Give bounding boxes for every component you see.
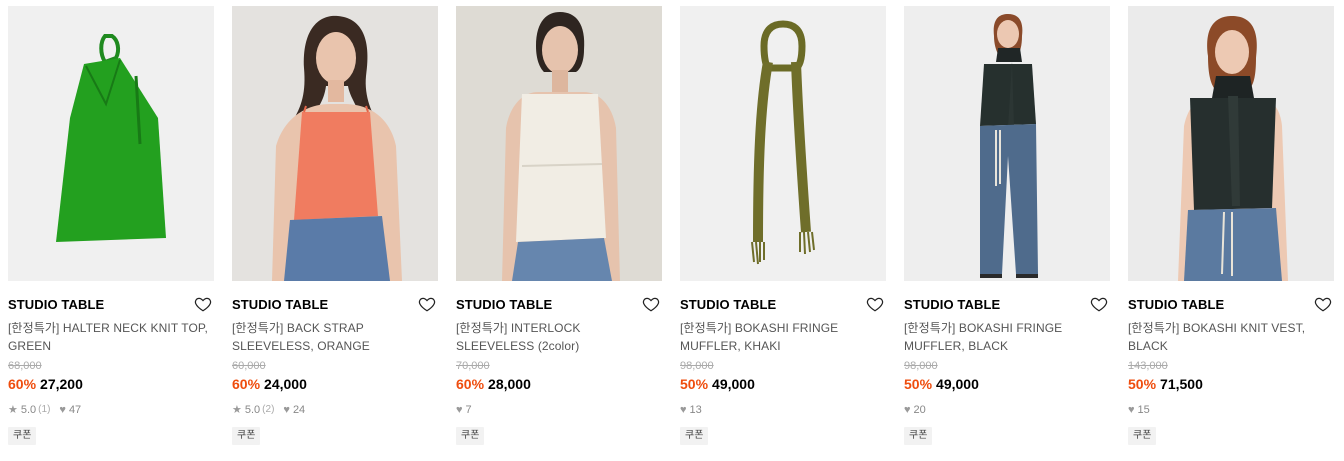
wishlist-heart-icon[interactable] [642, 295, 660, 313]
heart-filled-icon: ♥ [904, 404, 911, 416]
product-image[interactable] [1128, 6, 1334, 281]
product-meta: ♥ 15 [1128, 403, 1334, 417]
original-price: 143,000 [1128, 360, 1168, 372]
heart-filled-icon: ♥ [283, 404, 290, 416]
brand-name[interactable]: STUDIO TABLE [904, 295, 1110, 315]
discount-rate: 60% [232, 376, 261, 392]
product-name[interactable]: [한정특가] BOKASHI FRINGE MUFFLER, BLACK [904, 319, 1110, 355]
brand-name[interactable]: STUDIO TABLE [232, 295, 438, 315]
heart-filled-icon: ♥ [59, 404, 66, 416]
brand-name[interactable]: STUDIO TABLE [1128, 295, 1334, 315]
original-price: 98,000 [904, 360, 938, 372]
discount-rate: 50% [904, 376, 933, 392]
sale-price: 49,000 [936, 376, 979, 392]
coupon-badge: 쿠폰 [232, 427, 261, 445]
product-name[interactable]: [한정특가] BACK STRAP SLEEVELESS, ORANGE [232, 319, 438, 355]
original-price: 60,000 [232, 360, 266, 372]
product-name[interactable]: [한정특가] HALTER NECK KNIT TOP, GREEN [8, 319, 214, 355]
wishlist-heart-icon[interactable] [1090, 295, 1108, 313]
star-icon: ★ [8, 404, 18, 416]
like-count: 24 [292, 404, 306, 416]
brand-name[interactable]: STUDIO TABLE [456, 295, 662, 315]
original-price: 70,000 [456, 360, 490, 372]
sale-price: 71,500 [1160, 376, 1203, 392]
sale-price: 28,000 [488, 376, 531, 392]
discount-rate: 50% [1128, 376, 1157, 392]
heart-filled-icon: ♥ [456, 404, 463, 416]
review-count: (2) [262, 404, 275, 415]
coupon-badge: 쿠폰 [904, 427, 933, 445]
product-name[interactable]: [한정특가] BOKASHI KNIT VEST, BLACK [1128, 319, 1334, 355]
sale-price: 49,000 [712, 376, 755, 392]
like-count: 20 [913, 404, 926, 416]
original-price: 98,000 [680, 360, 714, 372]
wishlist-heart-icon[interactable] [866, 295, 884, 313]
heart-filled-icon: ♥ [1128, 404, 1135, 416]
like-count: 47 [68, 404, 82, 416]
price-row: 50% 49,000 [680, 375, 886, 393]
product-meta: ★ 5.0 (2) ♥ 24 [232, 403, 438, 417]
product-card[interactable]: STUDIO TABLE [한정특가] BOKASHI FRINGE MUFFL… [680, 6, 886, 445]
wishlist-heart-icon[interactable] [418, 295, 436, 313]
product-meta: ★ 5.0 (1) ♥ 47 [8, 403, 214, 417]
heart-filled-icon: ♥ [680, 404, 687, 416]
product-meta: ♥ 13 [680, 403, 886, 417]
like-count: 7 [465, 404, 472, 416]
like-count: 15 [1137, 404, 1150, 416]
rating: 5.0 [20, 404, 37, 416]
product-image[interactable] [8, 6, 214, 281]
sale-price: 27,200 [40, 376, 83, 392]
product-meta: ♥ 20 [904, 403, 1110, 417]
product-image[interactable] [680, 6, 886, 281]
product-name[interactable]: [한정특가] INTERLOCK SLEEVELESS (2color) [456, 319, 662, 355]
price-row: 60% 28,000 [456, 375, 662, 393]
discount-rate: 50% [680, 376, 709, 392]
wishlist-heart-icon[interactable] [1314, 295, 1332, 313]
coupon-badge: 쿠폰 [680, 427, 709, 445]
price-row: 50% 71,500 [1128, 375, 1334, 393]
discount-rate: 60% [456, 376, 485, 392]
brand-name[interactable]: STUDIO TABLE [8, 295, 214, 315]
price-row: 60% 24,000 [232, 375, 438, 393]
price-row: 60% 27,200 [8, 375, 214, 393]
star-icon: ★ [232, 404, 242, 416]
product-card[interactable]: STUDIO TABLE [한정특가] HALTER NECK KNIT TOP… [8, 6, 214, 445]
coupon-badge: 쿠폰 [1128, 427, 1157, 445]
product-card[interactable]: STUDIO TABLE [한정특가] INTERLOCK SLEEVELESS… [456, 6, 662, 445]
like-count: 13 [689, 404, 702, 416]
original-price: 68,000 [8, 360, 42, 372]
sale-price: 24,000 [264, 376, 307, 392]
product-grid: STUDIO TABLE [한정특가] HALTER NECK KNIT TOP… [0, 0, 1344, 461]
product-name[interactable]: [한정특가] BOKASHI FRINGE MUFFLER, KHAKI [680, 319, 886, 355]
discount-rate: 60% [8, 376, 37, 392]
coupon-badge: 쿠폰 [456, 427, 485, 445]
product-image[interactable] [904, 6, 1110, 281]
rating: 5.0 [244, 404, 261, 416]
product-card[interactable]: STUDIO TABLE [한정특가] BACK STRAP SLEEVELES… [232, 6, 438, 445]
product-card[interactable]: STUDIO TABLE [한정특가] BOKASHI KNIT VEST, B… [1128, 6, 1334, 445]
review-count: (1) [38, 404, 51, 415]
coupon-badge: 쿠폰 [8, 427, 37, 445]
product-meta: ♥ 7 [456, 403, 662, 417]
price-row: 50% 49,000 [904, 375, 1110, 393]
product-image[interactable] [232, 6, 438, 281]
product-card[interactable]: STUDIO TABLE [한정특가] BOKASHI FRINGE MUFFL… [904, 6, 1110, 445]
brand-name[interactable]: STUDIO TABLE [680, 295, 886, 315]
wishlist-heart-icon[interactable] [194, 295, 212, 313]
product-image[interactable] [456, 6, 662, 281]
